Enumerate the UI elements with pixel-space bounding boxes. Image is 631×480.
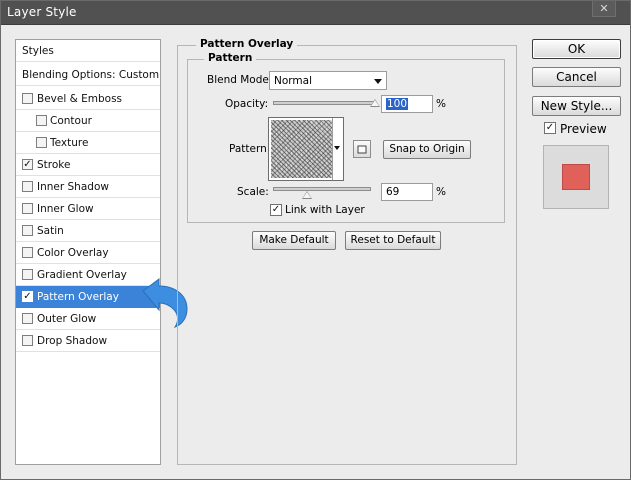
- snap-to-origin-button[interactable]: Snap to Origin: [383, 140, 471, 159]
- contour-checkbox[interactable]: [36, 115, 47, 126]
- satin-label: Satin: [37, 225, 64, 237]
- color-overlay-checkbox[interactable]: [22, 247, 33, 258]
- gradient-overlay-checkbox[interactable]: [22, 269, 33, 280]
- style-item-pattern-overlay[interactable]: ✓ Pattern Overlay: [16, 286, 160, 308]
- texture-label: Texture: [50, 137, 89, 149]
- blend-mode-label: Blend Mode:: [207, 74, 273, 86]
- preview-swatch: [562, 164, 590, 190]
- style-item-satin[interactable]: Satin: [16, 220, 160, 242]
- pattern-picker[interactable]: [268, 117, 344, 181]
- pattern-overlay-label: Pattern Overlay: [37, 291, 119, 303]
- blend-mode-select[interactable]: Normal: [269, 71, 387, 90]
- scale-slider[interactable]: [273, 187, 371, 191]
- pattern-picker-divider: [332, 118, 333, 180]
- style-item-stroke[interactable]: ✓ Stroke: [16, 154, 160, 176]
- styles-header[interactable]: Styles: [16, 40, 160, 62]
- dialog-title: Layer Style: [7, 5, 77, 19]
- drop-shadow-checkbox[interactable]: [22, 335, 33, 346]
- chevron-down-icon: [374, 79, 382, 84]
- layer-style-dialog: Layer Style ✕ Styles Blending Options: C…: [0, 0, 631, 480]
- pattern-overlay-title: Pattern Overlay: [196, 38, 298, 50]
- outer-glow-label: Outer Glow: [37, 313, 97, 325]
- inner-shadow-label: Inner Shadow: [37, 181, 109, 193]
- inner-glow-checkbox[interactable]: [22, 203, 33, 214]
- style-item-texture[interactable]: Texture: [16, 132, 160, 154]
- new-style-button[interactable]: New Style...: [532, 96, 621, 116]
- opacity-input[interactable]: 100: [381, 95, 433, 113]
- style-preview: [543, 145, 609, 209]
- pattern-texture-preview: [271, 120, 333, 178]
- opacity-label: Opacity:: [225, 98, 269, 110]
- style-item-color-overlay[interactable]: Color Overlay: [16, 242, 160, 264]
- color-overlay-label: Color Overlay: [37, 247, 109, 259]
- contour-label: Contour: [50, 115, 92, 127]
- style-item-gradient-overlay[interactable]: Gradient Overlay: [16, 264, 160, 286]
- title-bar: Layer Style ✕: [1, 1, 630, 25]
- pattern-subgroup-title: Pattern: [204, 52, 257, 64]
- link-with-layer-label: Link with Layer: [285, 204, 365, 216]
- pattern-label: Pattern:: [229, 143, 271, 155]
- pattern-overlay-checkbox[interactable]: ✓: [22, 291, 33, 302]
- style-item-inner-shadow[interactable]: Inner Shadow: [16, 176, 160, 198]
- new-preset-button[interactable]: [353, 140, 371, 158]
- gradient-overlay-label: Gradient Overlay: [37, 269, 127, 281]
- style-item-inner-glow[interactable]: Inner Glow: [16, 198, 160, 220]
- scale-label: Scale:: [237, 186, 269, 198]
- reset-to-default-button[interactable]: Reset to Default: [345, 231, 441, 250]
- satin-checkbox[interactable]: [22, 225, 33, 236]
- bevel-emboss-checkbox[interactable]: [22, 93, 33, 104]
- stroke-label: Stroke: [37, 159, 71, 171]
- inner-shadow-checkbox[interactable]: [22, 181, 33, 192]
- cancel-button[interactable]: Cancel: [532, 67, 621, 87]
- opacity-slider-thumb[interactable]: [370, 99, 380, 107]
- preview-checkbox[interactable]: ✓: [544, 122, 556, 134]
- drop-shadow-label: Drop Shadow: [37, 335, 108, 347]
- chevron-down-icon: [334, 146, 340, 150]
- scale-unit: %: [436, 186, 446, 198]
- preview-label: Preview: [560, 122, 607, 136]
- scale-input[interactable]: 69: [381, 183, 433, 201]
- opacity-unit: %: [436, 98, 446, 110]
- blending-options-item[interactable]: Blending Options: Custom: [16, 64, 160, 86]
- close-icon[interactable]: ✕: [592, 1, 616, 17]
- bevel-emboss-label: Bevel & Emboss: [37, 93, 123, 105]
- outer-glow-checkbox[interactable]: [22, 313, 33, 324]
- texture-checkbox[interactable]: [36, 137, 47, 148]
- style-item-bevel-emboss[interactable]: Bevel & Emboss: [16, 88, 160, 110]
- style-item-contour[interactable]: Contour: [16, 110, 160, 132]
- style-item-drop-shadow[interactable]: Drop Shadow: [16, 330, 160, 352]
- inner-glow-label: Inner Glow: [37, 203, 94, 215]
- styles-list: Styles Blending Options: Custom Bevel & …: [15, 39, 161, 465]
- blend-mode-value: Normal: [274, 75, 312, 87]
- scale-slider-thumb[interactable]: [302, 191, 313, 199]
- style-item-outer-glow[interactable]: Outer Glow: [16, 308, 160, 330]
- ok-button[interactable]: OK: [532, 39, 621, 59]
- make-default-button[interactable]: Make Default: [252, 231, 336, 250]
- new-preset-icon: [357, 145, 367, 154]
- link-with-layer-checkbox[interactable]: ✓: [270, 204, 282, 216]
- stroke-checkbox[interactable]: ✓: [22, 159, 33, 170]
- opacity-slider[interactable]: [273, 101, 375, 105]
